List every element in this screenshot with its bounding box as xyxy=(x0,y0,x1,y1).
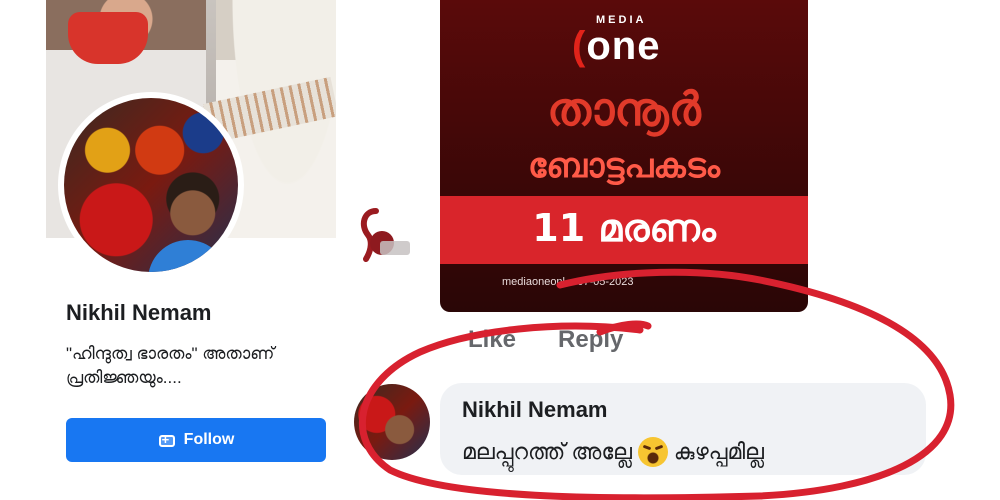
comment-actions: Like Reply xyxy=(468,326,623,354)
comment-bubble: Nikhil Nemam മലപ്പുറത്ത് അല്ലേ കുഴപ്പമില… xyxy=(440,383,926,475)
reply-link[interactable]: Reply xyxy=(558,326,623,354)
laughing-emoji-icon xyxy=(637,437,668,467)
like-link[interactable]: Like xyxy=(468,326,516,354)
brand-text: one xyxy=(586,24,661,68)
mediaone-logo: (one xyxy=(572,24,661,68)
comment-avatar[interactable] xyxy=(354,384,430,460)
follow-button[interactable]: Follow xyxy=(66,418,326,462)
headline-line1: താനൂർ xyxy=(547,82,701,136)
follow-icon xyxy=(158,432,176,448)
watermark-logo-icon xyxy=(360,208,410,262)
profile-avatar-ring xyxy=(58,92,244,278)
comment-text-after: കുഴപ്പമില്ല xyxy=(673,439,764,464)
face-mask xyxy=(68,12,148,64)
profile-bio: "ഹിന്ദുത്വ ഭാരതം" അതാണ് പ്രതിജ്ഞയും.... xyxy=(66,344,275,387)
follow-button-label: Follow xyxy=(183,431,235,448)
headline-line2: ബോട്ടപകടം xyxy=(528,146,720,186)
news-image[interactable]: MEDIA (one താനൂർ ബോട്ടപകടം 11 മരണം media… xyxy=(440,0,808,312)
card-footer: mediaoneonl... 07-05-2023 xyxy=(502,276,634,288)
comment-text: മലപ്പുറത്ത് അല്ലേ കുഴപ്പമില്ല xyxy=(462,437,764,467)
comment-text-before: മലപ്പുറത്ത് അല്ലേ xyxy=(462,439,632,464)
comment-author[interactable]: Nikhil Nemam xyxy=(462,397,608,423)
profile-avatar[interactable] xyxy=(64,98,238,272)
headline-band: 11 മരണം xyxy=(440,196,808,264)
profile-card: Nikhil Nemam "ഹിന്ദുത്വ ഭാരതം" അതാണ് പ്ര… xyxy=(46,0,336,500)
headline-band-text: 11 മരണം xyxy=(532,206,716,250)
avatar-shirt xyxy=(148,240,228,272)
profile-name[interactable]: Nikhil Nemam xyxy=(66,300,212,326)
